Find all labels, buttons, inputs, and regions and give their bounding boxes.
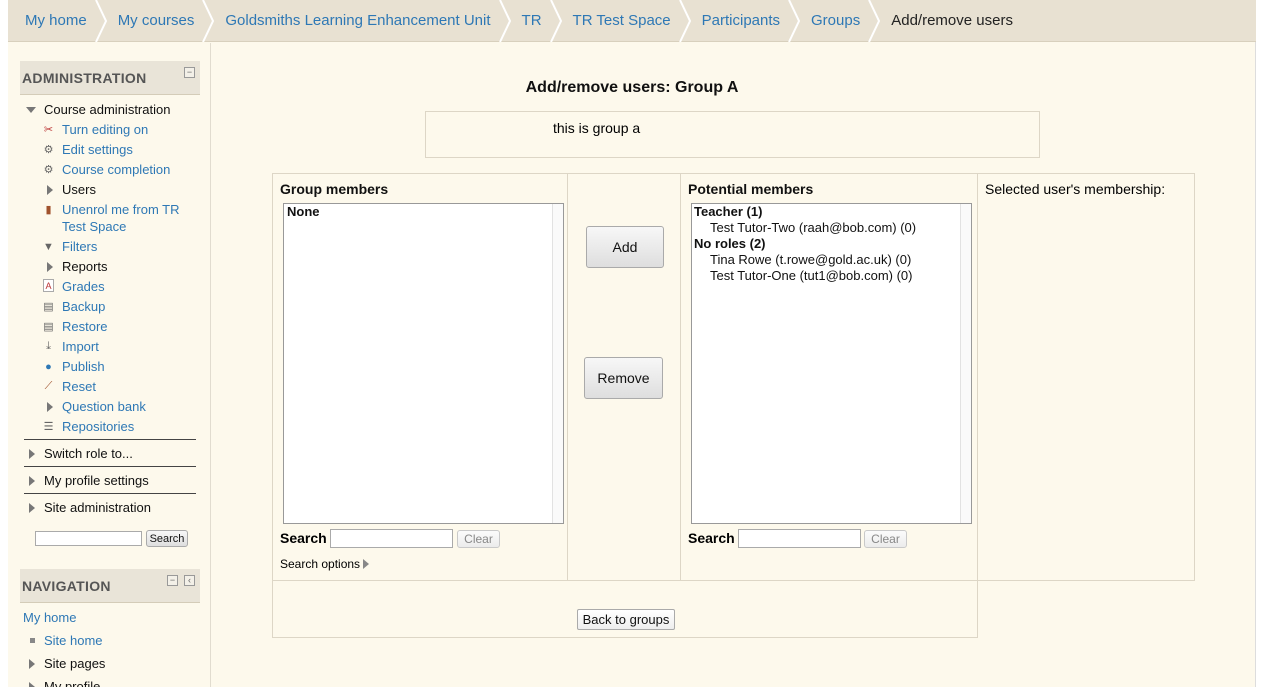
potential-members-label: Potential members (688, 181, 814, 197)
admin-search-input[interactable] (35, 531, 142, 546)
group-members-label: Group members (280, 181, 389, 197)
back-to-groups-button[interactable]: Back to groups (577, 609, 675, 630)
breadcrumb-course-category[interactable]: Goldsmiths Learning Enhancement Unit (208, 0, 511, 42)
reset-link[interactable]: Reset (62, 379, 96, 394)
nav-site-pages-node[interactable]: Site pages (44, 656, 105, 671)
left-column: ADMINISTRATION − Course administration ✂… (8, 43, 211, 687)
collapsed-arrow-icon[interactable] (47, 402, 53, 412)
grades-icon: A (43, 279, 54, 292)
grades-link[interactable]: Grades (62, 279, 105, 294)
bullet-icon (30, 638, 35, 643)
door-icon: ▮ (45, 204, 52, 216)
divider (24, 439, 196, 440)
scrollbar[interactable] (552, 204, 563, 523)
restore-icon: ▤ (43, 321, 54, 333)
navigation-title: NAVIGATION (22, 578, 111, 594)
filters-link[interactable]: Filters (62, 239, 97, 254)
navigation-block-header: NAVIGATION − ‹ (20, 569, 200, 603)
repositories-link[interactable]: Repositories (62, 419, 134, 434)
users-node[interactable]: Users (62, 182, 96, 197)
collapse-icon[interactable]: − (184, 67, 195, 78)
collapse-icon[interactable]: − (167, 575, 178, 586)
site-administration-node[interactable]: Site administration (44, 500, 151, 515)
list-item[interactable]: Tina Rowe (t.rowe@gold.ac.uk) (0) (710, 252, 911, 267)
nav-site-home-link[interactable]: Site home (44, 633, 103, 648)
import-icon: ⤓ (46, 340, 51, 352)
page: My home My courses Goldsmiths Learning E… (8, 0, 1256, 687)
expanded-arrow-icon[interactable] (26, 107, 36, 113)
nav-my-profile-node[interactable]: My profile (44, 679, 100, 687)
breadcrumb: My home My courses Goldsmiths Learning E… (8, 0, 1256, 42)
import-link[interactable]: Import (62, 339, 99, 354)
list-item[interactable]: Test Tutor-One (tut1@bob.com) (0) (710, 268, 913, 283)
collapsed-arrow-icon[interactable] (29, 503, 35, 513)
list-item[interactable]: Test Tutor-Two (raah@bob.com) (0) (710, 220, 916, 235)
remove-button[interactable]: Remove (584, 357, 663, 399)
gear-icon: ⚙ (43, 144, 54, 156)
edit-settings-link[interactable]: Edit settings (62, 142, 133, 157)
selected-user-membership-label: Selected user's membership: (985, 181, 1166, 197)
publish-link[interactable]: Publish (62, 359, 105, 374)
column-divider (977, 173, 978, 581)
group-members-clear-button[interactable]: Clear (457, 530, 500, 548)
unenrol-link[interactable]: Unenrol me from TR (62, 202, 180, 217)
breadcrumb-groups[interactable]: Groups (794, 0, 881, 42)
collapsed-arrow-icon[interactable] (29, 659, 35, 669)
collapsed-arrow-icon[interactable] (29, 449, 35, 459)
add-button[interactable]: Add (586, 226, 664, 268)
reports-node[interactable]: Reports (62, 259, 108, 274)
potential-members-listbox[interactable]: Teacher (1) Test Tutor-Two (raah@bob.com… (691, 203, 972, 524)
filter-icon: ▼ (43, 240, 54, 253)
admin-search-button[interactable]: Search (146, 530, 188, 547)
collapsed-arrow-icon[interactable] (29, 476, 35, 486)
group-description: this is group a (553, 120, 641, 136)
backup-link[interactable]: Backup (62, 299, 105, 314)
profile-settings-node[interactable]: My profile settings (44, 473, 149, 488)
broom-icon: ⟋ (44, 380, 53, 392)
potential-members-clear-button[interactable]: Clear (864, 530, 907, 548)
page-title: Add/remove users: Group A (525, 79, 739, 96)
question-bank-link[interactable]: Question bank (62, 399, 146, 414)
search-label: Search (280, 530, 327, 546)
edit-tools-icon: ✂ (43, 124, 54, 136)
course-completion-link[interactable]: Course completion (62, 162, 170, 177)
collapsed-arrow-icon[interactable] (47, 185, 53, 195)
backup-icon: ▤ (43, 301, 54, 313)
group-members-listbox[interactable]: None (283, 203, 564, 524)
repository-icon: ☰ (43, 421, 54, 433)
restore-link[interactable]: Restore (62, 319, 108, 334)
gear-icon: ⚙ (43, 164, 54, 176)
optgroup-teacher: Teacher (1) (694, 204, 763, 219)
column-divider (567, 173, 568, 581)
collapsed-arrow-icon[interactable] (47, 262, 53, 272)
turn-editing-on-link[interactable]: Turn editing on (62, 122, 148, 137)
nav-my-home-link[interactable]: My home (23, 610, 76, 625)
group-description-box: this is group a (425, 111, 1040, 158)
search-options-toggle[interactable]: Search options (280, 557, 360, 571)
dock-icon[interactable]: ‹ (184, 575, 195, 586)
breadcrumb-tr-test-space[interactable]: TR Test Space (556, 0, 691, 42)
breadcrumb-current: Add/remove users (891, 12, 1013, 29)
scrollbar[interactable] (960, 204, 971, 523)
potential-members-search-input[interactable] (738, 529, 861, 548)
divider (24, 466, 196, 467)
breadcrumb-my-home[interactable]: My home (8, 0, 107, 42)
expand-arrow-icon[interactable] (363, 559, 369, 569)
column-divider (680, 173, 681, 581)
course-administration[interactable]: Course administration (44, 102, 170, 117)
publish-icon: ● (45, 360, 52, 373)
breadcrumb-my-courses[interactable]: My courses (101, 0, 215, 42)
switch-role-node[interactable]: Switch role to... (44, 446, 133, 461)
administration-title: ADMINISTRATION (22, 70, 147, 86)
collapsed-arrow-icon[interactable] (29, 682, 35, 687)
search-label: Search (688, 530, 735, 546)
divider (24, 493, 196, 494)
group-members-search-input[interactable] (330, 529, 453, 548)
administration-block-header: ADMINISTRATION − (20, 61, 200, 95)
breadcrumb-participants[interactable]: Participants (685, 0, 801, 42)
list-item[interactable]: None (287, 204, 320, 219)
breadcrumb-tr[interactable]: TR (505, 0, 562, 42)
optgroup-no-roles: No roles (2) (694, 236, 766, 251)
unenrol-link-line2[interactable]: Test Space (62, 219, 126, 234)
